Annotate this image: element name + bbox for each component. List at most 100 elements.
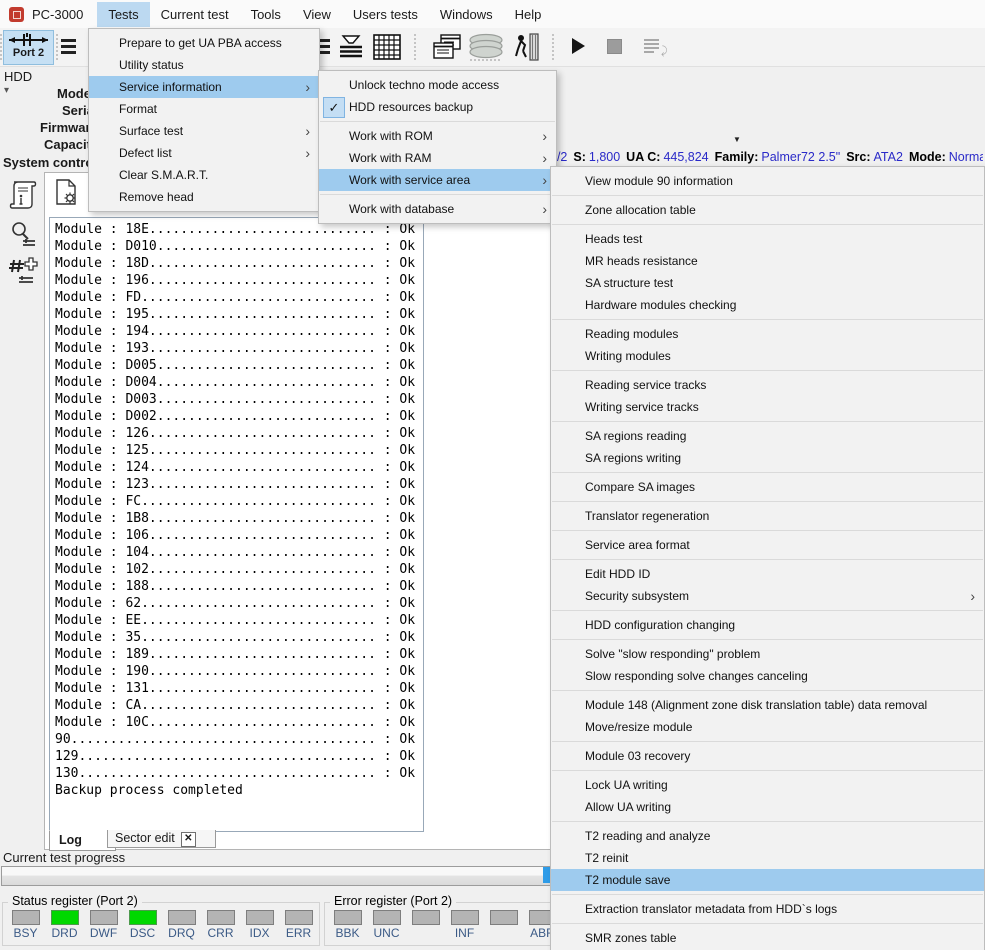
menu-lines-icon[interactable] [61,39,76,54]
menu-item-work-with-database[interactable]: Work with database› [319,198,556,220]
menu-item-work-with-rom[interactable]: Work with ROM› [319,125,556,147]
menubar-item-help[interactable]: Help [504,2,553,27]
led-cell-bsy: BSY [6,906,45,940]
menu-item-view-module-90-information[interactable]: View module 90 information [551,170,984,192]
menu-item-reading-modules[interactable]: Reading modules [551,323,984,345]
menu-item-mr-heads-resistance[interactable]: MR heads resistance [551,250,984,272]
database-disks-icon[interactable] [468,33,504,61]
led-label-inf: INF [445,926,484,940]
search-params-icon[interactable] [9,221,39,249]
menubar-item-tools[interactable]: Tools [240,2,292,27]
menu-item-work-with-service-area[interactable]: Work with service area› [319,169,556,191]
menubar-item-windows[interactable]: Windows [429,2,504,27]
led-indicator-dwf [90,910,118,925]
menu-item-security-subsystem[interactable]: Security subsystem› [551,585,984,607]
menu-item-heads-test[interactable]: Heads test [551,228,984,250]
menu-item-label: Extraction translator metadata from HDD`… [585,902,837,916]
exit-icon[interactable] [513,33,539,61]
info-value-src[interactable]: ATA2 [874,150,903,164]
menubar-item-tests[interactable]: Tests [97,2,149,27]
led-label-crr: CRR [201,926,240,940]
info-label-s: S: [573,150,586,164]
menu-item-surface-test[interactable]: Surface test› [89,120,319,142]
menu-item-t2-module-save[interactable]: T2 module save [551,869,984,891]
app-logo-icon [9,7,24,22]
menu-item-allow-ua-writing[interactable]: Allow UA writing [551,796,984,818]
log-info-icon[interactable] [8,179,38,211]
menu-separator [552,767,983,774]
menu-separator [552,498,983,505]
port-select-button[interactable]: Port 2 [3,30,54,65]
led-indicator-bbk [334,910,362,925]
menu-item-label: Work with database [349,202,454,216]
menu-item-slow-responding-solve-changes-canceling[interactable]: Slow responding solve changes canceling [551,665,984,687]
menu-item-service-information[interactable]: Service information› [89,76,319,98]
menu-item-move-resize-module[interactable]: Move/resize module [551,716,984,738]
menu-item-module-03-recovery[interactable]: Module 03 recovery [551,745,984,767]
stop-test-icon[interactable] [607,39,622,54]
menu-item-remove-head[interactable]: Remove head [89,186,319,208]
dropdown-caret-icon[interactable]: ▼ [733,135,741,144]
menu-item-clear-s-m-a-r-t[interactable]: Clear S.M.A.R.T. [89,164,319,186]
menu-item-zone-allocation-table[interactable]: Zone allocation table [551,199,984,221]
tab-sector-edit[interactable]: Sector edit✕ [107,830,216,848]
tab-log[interactable]: Log [49,830,116,851]
cascade-windows-icon[interactable] [432,34,462,61]
menu-item-sa-regions-writing[interactable]: SA regions writing [551,447,984,469]
menu-item-work-with-ram[interactable]: Work with RAM› [319,147,556,169]
menu-item-reading-service-tracks[interactable]: Reading service tracks [551,374,984,396]
menu-separator [552,556,983,563]
menu-item-edit-hdd-id[interactable]: Edit HDD ID [551,563,984,585]
menu-item-label: SA structure test [585,276,673,290]
menu-separator [552,367,983,374]
menu-item-sa-regions-reading[interactable]: SA regions reading [551,425,984,447]
hdd-collapse-caret[interactable]: ▾ [4,85,9,96]
menu-item-label: Zone allocation table [585,203,696,217]
menu-item-module-148-alignment-zone-disk-translation-table-data-removal[interactable]: Module 148 (Alignment zone disk translat… [551,694,984,716]
menu-item-label: T2 module save [585,873,670,887]
page-gear-icon[interactable] [55,178,79,206]
menu-item-t2-reading-and-analyze[interactable]: T2 reading and analyze [551,825,984,847]
menubar-item-users-tests[interactable]: Users tests [342,2,429,27]
menu-item-hardware-modules-checking[interactable]: Hardware modules checking [551,294,984,316]
menu-item-hdd-resources-backup[interactable]: ✓HDD resources backup [319,96,556,118]
info-value-mode[interactable]: Normal [949,150,983,164]
info-value-s[interactable]: 1,800 [589,150,620,164]
menu-item-writing-modules[interactable]: Writing modules [551,345,984,367]
led-label-drq: DRQ [162,926,201,940]
menu-lines-icon-2[interactable] [320,39,330,54]
tab-close-icon[interactable]: ✕ [181,832,196,847]
filter-icon[interactable] [338,35,364,59]
start-test-icon[interactable] [572,38,585,54]
info-value-family[interactable]: Palmer72 2.5" [761,150,840,164]
menu-item-label: Hardware modules checking [585,298,736,312]
task-list-icon[interactable]: ⤸ [644,37,659,55]
menubar-item-view[interactable]: View [292,2,342,27]
menu-item-format[interactable]: Format [89,98,319,120]
led-cell-unlabeled [406,906,445,926]
menu-item-translator-regeneration[interactable]: Translator regeneration [551,505,984,527]
menu-separator [552,192,983,199]
log-text: Module : 18E............................… [50,218,423,799]
menu-item-smr-zones-table[interactable]: SMR zones table [551,927,984,949]
menu-item-extraction-translator-metadata-from-hdd-s-logs[interactable]: Extraction translator metadata from HDD`… [551,898,984,920]
menu-item-hdd-configuration-changing[interactable]: HDD configuration changing [551,614,984,636]
sector-grid-add-icon[interactable] [7,256,39,286]
menu-separator [552,469,983,476]
menu-item-sa-structure-test[interactable]: SA structure test [551,272,984,294]
menu-item-compare-sa-images[interactable]: Compare SA images [551,476,984,498]
menu-item-prepare-to-get-ua-pba-access[interactable]: Prepare to get UA PBA access [89,32,319,54]
menu-item-utility-status[interactable]: Utility status [89,54,319,76]
menu-item-writing-service-tracks[interactable]: Writing service tracks [551,396,984,418]
menu-item-lock-ua-writing[interactable]: Lock UA writing [551,774,984,796]
menubar-item-current-test[interactable]: Current test [150,2,240,27]
menu-separator [552,221,983,228]
menu-item-t2-reinit[interactable]: T2 reinit [551,847,984,869]
menu-item-defect-list[interactable]: Defect list› [89,142,319,164]
grid-table-icon[interactable] [373,34,401,60]
info-value-ua-c[interactable]: 445,824 [663,150,708,164]
log-output: Module : 18E............................… [49,217,424,832]
menu-item-solve-slow-responding-problem[interactable]: Solve "slow responding" problem [551,643,984,665]
menu-item-service-area-format[interactable]: Service area format [551,534,984,556]
menu-item-unlock-techno-mode-access[interactable]: Unlock techno mode access [319,74,556,96]
